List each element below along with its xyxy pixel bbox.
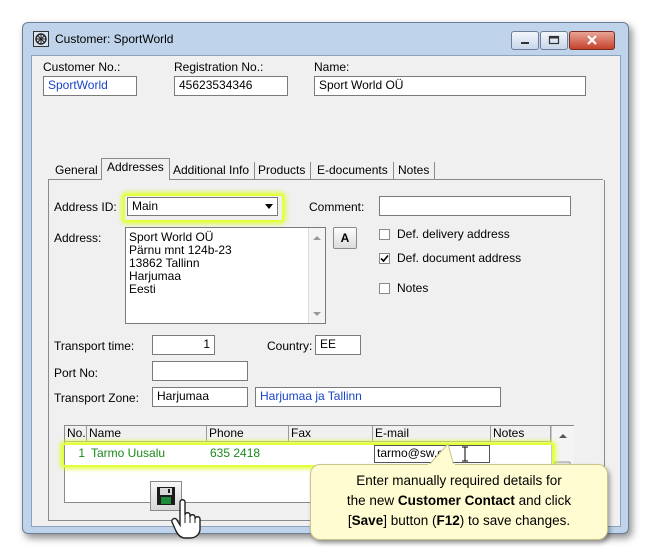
column-header-fax[interactable]: Fax bbox=[289, 426, 373, 442]
close-icon bbox=[587, 35, 597, 45]
transport-zone-name-field[interactable]: Harjumaa ja Tallinn bbox=[255, 387, 501, 407]
contact-no-cell: 1 bbox=[78, 446, 85, 460]
callout-bold-text: F12 bbox=[436, 513, 460, 528]
customer-no-field[interactable]: SportWorld bbox=[43, 76, 137, 96]
comment-field[interactable] bbox=[379, 196, 571, 216]
title-bar[interactable]: Customer: SportWorld bbox=[23, 23, 628, 55]
font-button[interactable]: A bbox=[333, 227, 357, 249]
contact-fax-cell[interactable] bbox=[290, 446, 372, 464]
customer-window-icon bbox=[33, 31, 49, 47]
tab-notes[interactable]: Notes bbox=[393, 162, 436, 180]
tab-general[interactable]: General bbox=[50, 162, 104, 180]
checkmark-icon bbox=[380, 254, 389, 263]
callout-text: the new bbox=[346, 493, 398, 508]
customer-window: Customer: SportWorld Customer No.: Sport… bbox=[22, 22, 629, 539]
transport-time-field[interactable]: 1 bbox=[152, 335, 215, 355]
maximize-button[interactable] bbox=[540, 31, 568, 50]
country-field[interactable]: EE bbox=[315, 335, 361, 355]
def-document-checkbox[interactable] bbox=[379, 253, 390, 264]
comment-label: Comment: bbox=[309, 200, 365, 214]
column-header-notes[interactable]: Notes bbox=[491, 426, 551, 442]
callout-line-2: the new Customer Contact and click bbox=[311, 491, 607, 511]
contact-notes-cell[interactable] bbox=[492, 446, 550, 464]
address-id-select[interactable]: Main bbox=[127, 197, 278, 216]
contact-name-cell[interactable]: Tarmo Uusalu bbox=[89, 446, 205, 464]
instruction-callout: Enter manually required details for the … bbox=[310, 464, 608, 540]
column-header-name[interactable]: Name bbox=[87, 426, 207, 442]
window-title: Customer: SportWorld bbox=[55, 32, 174, 46]
def-document-label: Def. document address bbox=[397, 251, 522, 265]
port-no-field[interactable] bbox=[152, 361, 248, 381]
window-client-area: Customer No.: SportWorld Registration No… bbox=[31, 55, 621, 539]
address-id-value: Main bbox=[132, 199, 159, 213]
transport-time-label: Transport time: bbox=[54, 339, 135, 353]
maximize-icon bbox=[548, 35, 560, 45]
notes-label: Notes bbox=[397, 281, 429, 295]
table-row[interactable]: 1 Tarmo Uusalu 635 2418 tarmo@sw.eu bbox=[65, 445, 549, 463]
tab-products[interactable]: Products bbox=[253, 162, 312, 180]
callout-text: Enter manually required details for bbox=[356, 473, 562, 488]
minimize-icon bbox=[521, 42, 529, 44]
contact-phone-cell[interactable]: 635 2418 bbox=[208, 446, 288, 464]
column-header-no[interactable]: No. bbox=[65, 426, 87, 442]
port-no-label: Port No: bbox=[54, 366, 99, 380]
registration-no-label: Registration No.: bbox=[174, 60, 264, 74]
close-button[interactable] bbox=[569, 31, 615, 50]
callout-text: ] button ( bbox=[383, 513, 437, 528]
callout-text: ) to save changes. bbox=[459, 513, 571, 528]
dropdown-arrow-icon bbox=[265, 204, 273, 209]
address-line: Eesti bbox=[129, 282, 156, 296]
name-label: Name: bbox=[314, 60, 350, 74]
transport-zone-code-field[interactable]: Harjumaa bbox=[152, 387, 248, 407]
callout-bold-text: Save bbox=[351, 513, 384, 528]
scroll-arrows-icon bbox=[313, 236, 321, 316]
notes-checkbox[interactable] bbox=[379, 283, 390, 294]
def-delivery-label: Def. delivery address bbox=[397, 227, 510, 241]
hand-cursor-icon bbox=[171, 499, 201, 539]
tab-addresses[interactable]: Addresses bbox=[101, 158, 170, 181]
def-delivery-checkbox[interactable] bbox=[379, 229, 390, 240]
address-label: Address: bbox=[54, 231, 102, 245]
address-id-label: Address ID: bbox=[54, 200, 117, 214]
transport-zone-label: Transport Zone: bbox=[54, 391, 139, 405]
address-scrollbar[interactable] bbox=[308, 228, 325, 323]
column-header-phone[interactable]: Phone bbox=[207, 426, 289, 442]
callout-pointer bbox=[427, 443, 455, 467]
callout-line-3: [Save] button (F12) to save changes. bbox=[311, 511, 607, 531]
address-textarea[interactable]: Sport World OÜ Pärnu mnt 124b-23 13862 T… bbox=[125, 227, 326, 324]
callout-text: and click bbox=[514, 493, 572, 508]
callout-bold-text: Customer Contact bbox=[397, 493, 515, 508]
tab-e-documents[interactable]: E-documents bbox=[312, 162, 394, 180]
column-header-email[interactable]: E-mail bbox=[373, 426, 491, 442]
country-label: Country: bbox=[267, 339, 313, 353]
callout-line-1: Enter manually required details for bbox=[311, 471, 607, 491]
minimize-button[interactable] bbox=[511, 31, 539, 50]
name-field[interactable]: Sport World OÜ bbox=[314, 76, 586, 96]
tab-additional-info[interactable]: Additional Info bbox=[168, 162, 256, 180]
registration-no-field[interactable]: 45623534346 bbox=[174, 76, 288, 96]
customer-no-label: Customer No.: bbox=[43, 60, 121, 74]
